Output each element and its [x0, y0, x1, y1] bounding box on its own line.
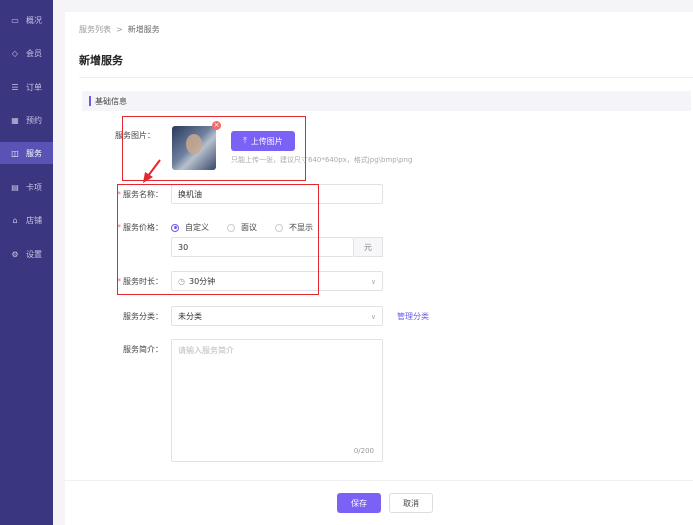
annotation-arrow [143, 159, 161, 183]
